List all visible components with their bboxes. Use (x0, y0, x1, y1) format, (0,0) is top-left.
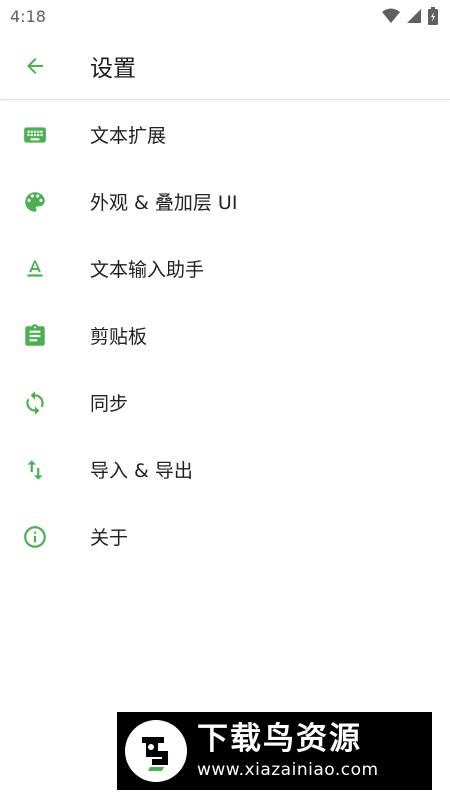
menu-icon-wrap (0, 302, 70, 369)
menu-item-label: 文本输入助手 (90, 259, 205, 281)
clipboard-icon (25, 323, 45, 346)
app-bar: 设置 (0, 32, 450, 100)
menu-item-about[interactable]: 关于 (0, 503, 450, 570)
menu-item-label: 文本扩展 (90, 125, 167, 147)
menu-item-label: 关于 (90, 527, 129, 549)
menu-icon-wrap (0, 101, 70, 168)
status-time: 4:18 (10, 6, 46, 26)
page-title: 设置 (90, 55, 136, 82)
menu-item-label: 导入 & 导出 (90, 460, 193, 482)
watermark-text: 下载鸟资源 www.xiazainiao.com (197, 720, 379, 782)
sync-icon (26, 390, 44, 415)
menu-icon-wrap (0, 168, 70, 235)
menu-icon-wrap (0, 369, 70, 436)
info-icon (24, 525, 46, 548)
menu-icon-wrap (0, 235, 70, 302)
keyboard-icon (24, 126, 46, 143)
menu-item-clipboard[interactable]: 剪贴板 (0, 302, 450, 369)
import-export-icon (27, 459, 43, 480)
menu-item-label: 外观 & 叠加层 UI (90, 192, 238, 214)
menu-item-appearance[interactable]: 外观 & 叠加层 UI (0, 168, 450, 235)
back-button[interactable] (0, 32, 70, 100)
menu-item-sync[interactable]: 同步 (0, 369, 450, 436)
wifi-icon (382, 8, 400, 23)
status-bar: 4:18 (0, 0, 450, 32)
menu-item-import-export[interactable]: 导入 & 导出 (0, 436, 450, 503)
bird-logo-icon (142, 737, 168, 771)
menu-item-label: 同步 (90, 393, 129, 415)
menu-icon-wrap (0, 503, 70, 570)
palette-icon (25, 191, 45, 212)
menu-icon-wrap (0, 436, 70, 503)
watermark-banner: 下载鸟资源 www.xiazainiao.com (117, 712, 432, 790)
status-icons (382, 7, 438, 25)
menu-item-text-expansion[interactable]: 文本扩展 (0, 101, 450, 168)
menu-item-input-assistant[interactable]: 文本输入助手 (0, 235, 450, 302)
cell-signal-icon (407, 9, 421, 23)
watermark-name: 下载鸟资源 (197, 721, 362, 757)
menu-item-label: 剪贴板 (90, 326, 148, 348)
watermark-url: www.xiazainiao.com (197, 760, 379, 780)
arrow-left-icon (27, 57, 43, 74)
settings-menu: 文本扩展 外观 & 叠加层 UI 文本输入助手 剪贴板 同步 导入 & 导出 关… (0, 101, 450, 570)
battery-icon (428, 7, 438, 25)
watermark-logo (125, 720, 187, 782)
text-format-icon (27, 259, 43, 277)
